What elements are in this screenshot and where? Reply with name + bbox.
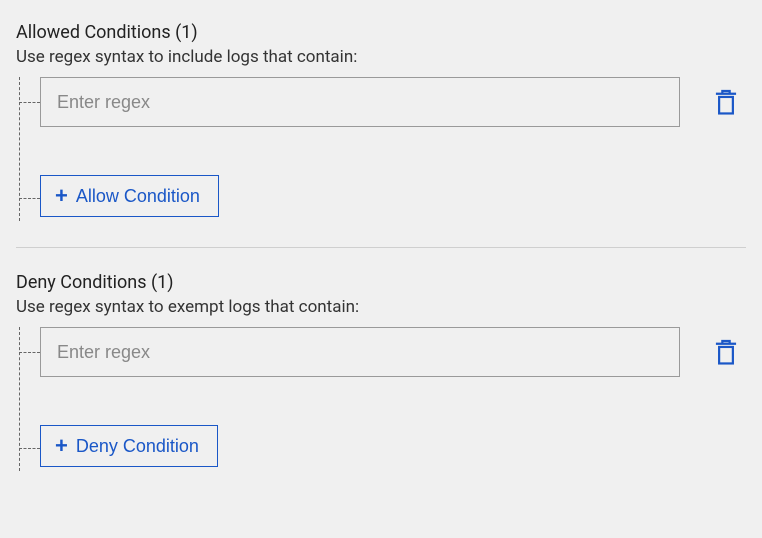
deny-conditions-section: Deny Conditions (1) Use regex syntax to … [16, 272, 746, 471]
allowed-regex-input[interactable] [40, 77, 680, 127]
add-allow-condition-label: Allow Condition [76, 186, 200, 207]
trash-icon [715, 339, 737, 365]
deny-conditions-tree: + Deny Condition [16, 327, 746, 471]
tree-connector-horizontal [19, 448, 40, 449]
trash-icon [715, 89, 737, 115]
allowed-conditions-tree: + Allow Condition [16, 77, 746, 221]
allowed-conditions-section: Allowed Conditions (1) Use regex syntax … [16, 22, 746, 221]
allowed-conditions-subtitle: Use regex syntax to include logs that co… [16, 47, 746, 67]
add-deny-condition-label: Deny Condition [76, 436, 199, 457]
plus-icon: + [55, 435, 68, 457]
plus-icon: + [55, 185, 68, 207]
condition-row [40, 327, 746, 377]
deny-conditions-subtitle: Use regex syntax to exempt logs that con… [16, 297, 746, 317]
tree-connector-vertical [19, 327, 20, 471]
deny-regex-input[interactable] [40, 327, 680, 377]
tree-connector-horizontal [19, 198, 40, 199]
tree-connector-horizontal [19, 352, 40, 353]
tree-connector-horizontal [19, 102, 40, 103]
add-allow-condition-button[interactable]: + Allow Condition [40, 175, 219, 217]
section-divider [16, 247, 746, 248]
allowed-conditions-title: Allowed Conditions (1) [16, 22, 746, 43]
add-condition-row: + Allow Condition [40, 175, 746, 221]
condition-row [40, 77, 746, 127]
deny-conditions-title: Deny Conditions (1) [16, 272, 746, 293]
delete-condition-button[interactable] [712, 338, 740, 366]
tree-connector-vertical [19, 77, 20, 221]
add-condition-row: + Deny Condition [40, 425, 746, 471]
delete-condition-button[interactable] [712, 88, 740, 116]
add-deny-condition-button[interactable]: + Deny Condition [40, 425, 218, 467]
